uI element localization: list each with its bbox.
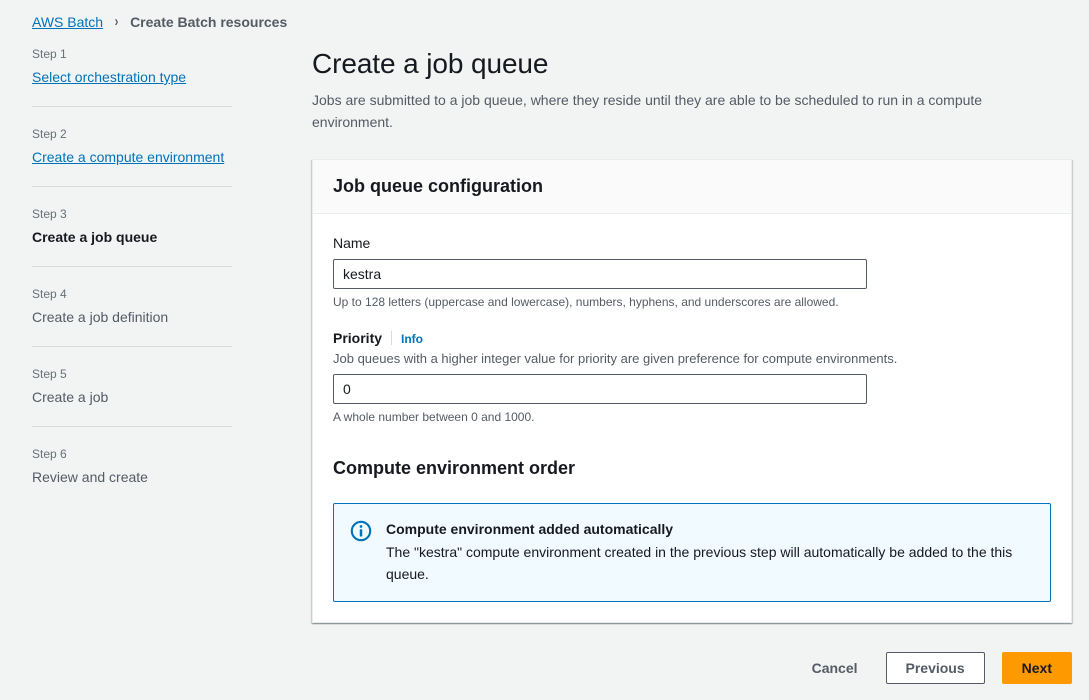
- card-header: Job queue configuration: [313, 160, 1071, 214]
- page-description: Jobs are submitted to a job queue, where…: [312, 89, 1012, 133]
- previous-button[interactable]: Previous: [886, 652, 985, 684]
- main-content: Create a job queue Jobs are submitted to…: [312, 46, 1072, 623]
- sidebar-step-3[interactable]: Step 3 Create a job queue: [32, 186, 232, 266]
- wizard-steps-sidebar: Step 1 Select orchestration type Step 2 …: [32, 46, 232, 506]
- alert-text: The "kestra" compute environment created…: [386, 541, 1026, 585]
- breadcrumb-link-aws-batch[interactable]: AWS Batch: [32, 13, 103, 31]
- priority-field-label: Priority: [333, 329, 382, 347]
- sidebar-step-6-label: Review and create: [32, 467, 232, 487]
- priority-info-link[interactable]: Info: [401, 331, 423, 347]
- sidebar-step-5-label: Create a job: [32, 387, 232, 407]
- sidebar-step-5-number: Step 5: [32, 366, 232, 382]
- compute-environment-order-title: Compute environment order: [333, 457, 1051, 479]
- alert-title: Compute environment added automatically: [386, 519, 1026, 539]
- sidebar-step-2-label[interactable]: Create a compute environment: [32, 147, 232, 167]
- job-queue-configuration-card: Job queue configuration Name Up to 128 l…: [312, 159, 1072, 623]
- sidebar-step-6-number: Step 6: [32, 446, 232, 462]
- sidebar-step-1-label[interactable]: Select orchestration type: [32, 67, 232, 87]
- sidebar-step-6[interactable]: Step 6 Review and create: [32, 426, 232, 506]
- priority-input[interactable]: [333, 374, 867, 404]
- priority-field-group: Priority Info Job queues with a higher i…: [333, 329, 1051, 425]
- sidebar-step-3-number: Step 3: [32, 206, 232, 222]
- priority-label-row: Priority Info: [333, 329, 1051, 347]
- name-field-group: Name Up to 128 letters (uppercase and lo…: [333, 234, 1051, 310]
- next-button[interactable]: Next: [1002, 652, 1072, 684]
- sidebar-step-4[interactable]: Step 4 Create a job definition: [32, 266, 232, 346]
- compute-environment-info-alert: Compute environment added automatically …: [333, 503, 1051, 602]
- info-circle-icon: [350, 520, 372, 542]
- name-input[interactable]: [333, 259, 867, 289]
- alert-body: Compute environment added automatically …: [386, 518, 1026, 585]
- cancel-button[interactable]: Cancel: [806, 654, 864, 682]
- sidebar-step-4-number: Step 4: [32, 286, 232, 302]
- wizard-footer: Cancel Previous Next: [312, 652, 1072, 684]
- sidebar-step-3-label: Create a job queue: [32, 227, 232, 247]
- sidebar-step-5[interactable]: Step 5 Create a job: [32, 346, 232, 426]
- card-body: Name Up to 128 letters (uppercase and lo…: [313, 214, 1071, 622]
- breadcrumb: AWS Batch › Create Batch resources: [32, 13, 287, 31]
- sidebar-step-4-label: Create a job definition: [32, 307, 232, 327]
- label-divider: [391, 331, 392, 345]
- breadcrumb-chevron-icon: ›: [115, 13, 119, 31]
- page-title: Create a job queue: [312, 46, 1072, 82]
- card-header-title: Job queue configuration: [333, 175, 1051, 197]
- sidebar-step-1-number: Step 1: [32, 46, 232, 62]
- name-field-hint: Up to 128 letters (uppercase and lowerca…: [333, 294, 1051, 310]
- sidebar-step-1[interactable]: Step 1 Select orchestration type: [32, 46, 232, 106]
- sidebar-step-2[interactable]: Step 2 Create a compute environment: [32, 106, 232, 186]
- priority-field-description: Job queues with a higher integer value f…: [333, 350, 1051, 368]
- breadcrumb-current: Create Batch resources: [130, 13, 287, 31]
- priority-field-hint: A whole number between 0 and 1000.: [333, 409, 1051, 425]
- sidebar-step-2-number: Step 2: [32, 126, 232, 142]
- name-field-label: Name: [333, 235, 370, 251]
